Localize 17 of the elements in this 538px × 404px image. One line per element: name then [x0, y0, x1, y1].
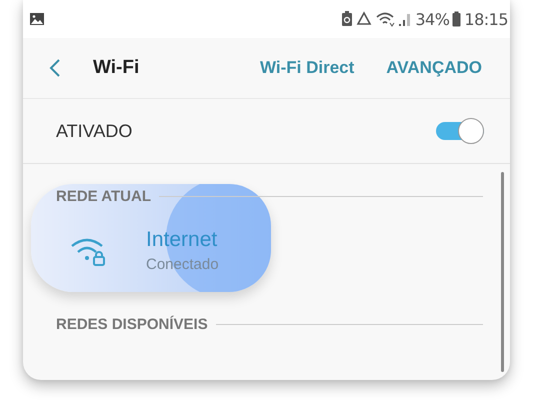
image-icon: [29, 12, 45, 26]
header-action-link[interactable]: Wi-Fi Direct: [260, 58, 354, 78]
wifi-toggle-switch[interactable]: [434, 116, 486, 146]
screen-title: Wi-Fi: [93, 57, 140, 79]
network-status: Conectado: [146, 256, 219, 272]
section-header: REDES DISPONÍVEIS: [56, 316, 208, 332]
battery-icon: [452, 11, 462, 27]
header-action-link[interactable]: AVANÇADO: [386, 58, 482, 78]
back-button[interactable]: [49, 58, 61, 78]
battery-saver-icon: [341, 11, 354, 27]
wifi-switch-label: ATIVADO: [56, 120, 132, 142]
wifi-icon: [375, 11, 396, 27]
section-header: REDE ATUAL: [56, 188, 151, 204]
clock-time: 18:15: [464, 10, 508, 28]
battery-percent: 34%: [415, 10, 450, 28]
signal-icon: [398, 11, 412, 27]
network-name: Internet: [146, 228, 218, 252]
